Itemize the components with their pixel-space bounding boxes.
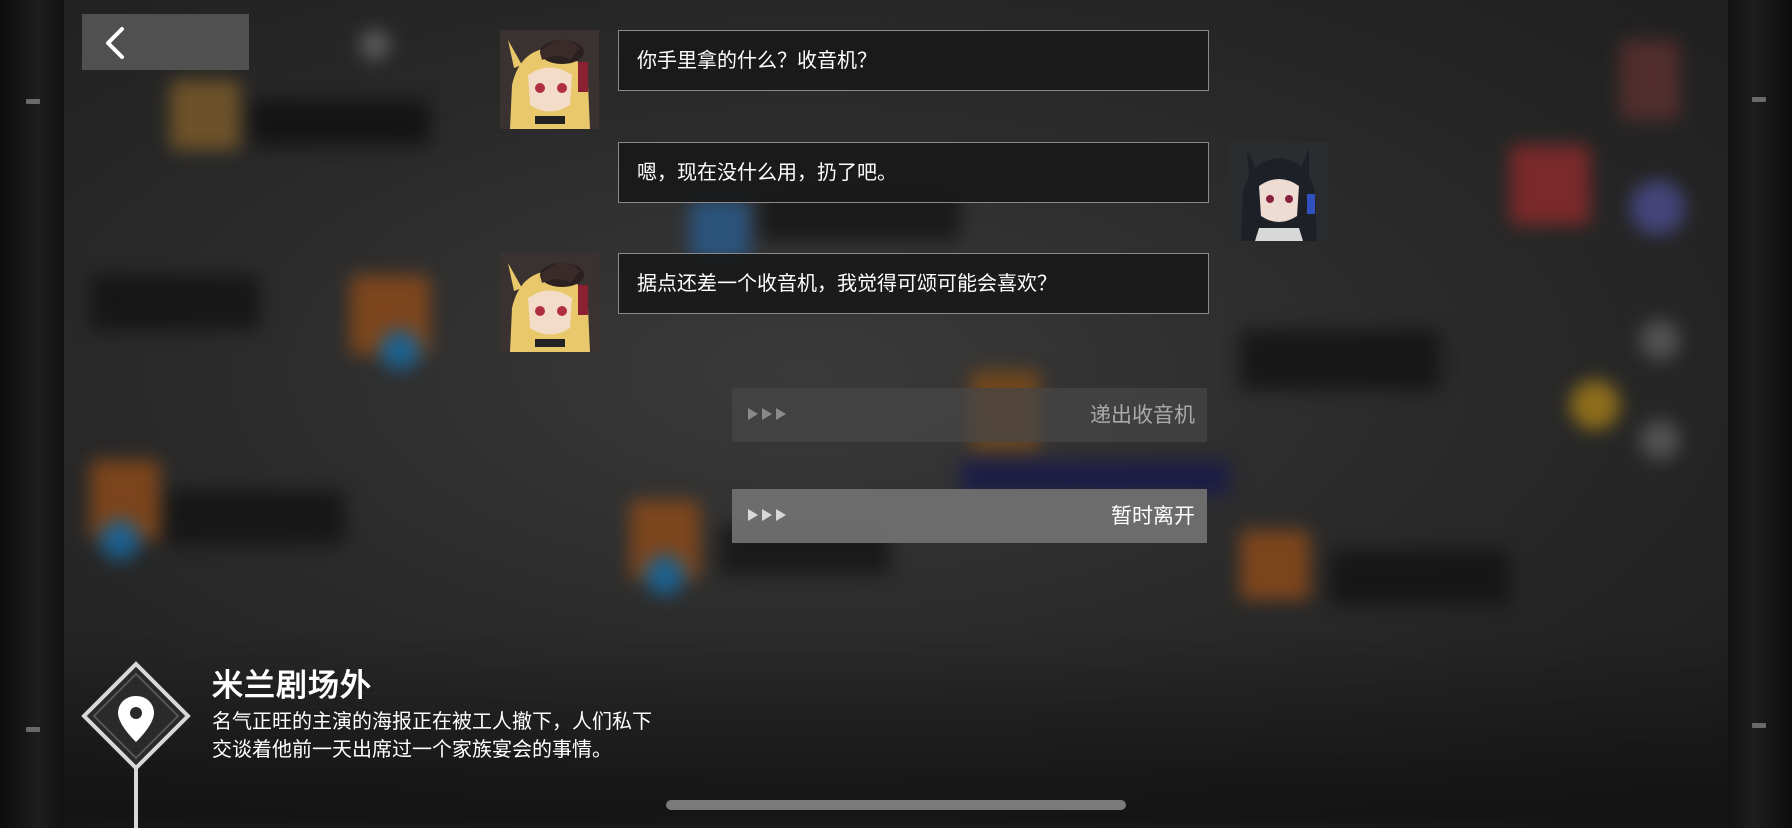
chevron-left-icon bbox=[106, 27, 124, 59]
frame-notch bbox=[26, 99, 40, 104]
choice-button-leave[interactable]: 暂时离开 bbox=[732, 489, 1207, 543]
location-description-line: 名气正旺的主演的海报正在被工人撤下，人们私下 bbox=[212, 709, 652, 733]
dialogue-bubble: 你手里拿的什么？收音机？ bbox=[618, 30, 1209, 91]
dialogue-text: 嗯，现在没什么用，扔了吧。 bbox=[637, 160, 897, 184]
location-description-line: 交谈着他前一天出席过一个家族宴会的事情。 bbox=[212, 737, 612, 761]
frame-notch bbox=[1752, 723, 1766, 728]
right-frame bbox=[1728, 0, 1792, 828]
dialogue-text: 你手里拿的什么？收音机？ bbox=[637, 48, 877, 72]
frame-notch bbox=[1752, 97, 1766, 102]
location-title: 米兰剧场外 bbox=[212, 668, 372, 704]
back-button[interactable] bbox=[82, 14, 249, 70]
map-pin-icon bbox=[81, 661, 191, 828]
choice-label: 暂时离开 bbox=[1111, 504, 1195, 528]
frame-notch bbox=[26, 727, 40, 732]
blonde-operator-portrait-icon bbox=[500, 253, 599, 352]
home-indicator-bar[interactable] bbox=[666, 800, 1126, 810]
left-frame bbox=[0, 0, 64, 828]
dialogue-bubble: 嗯，现在没什么用，扔了吧。 bbox=[618, 142, 1209, 203]
blonde-operator-portrait-icon bbox=[500, 30, 599, 129]
choice-label: 递出收音机 bbox=[1090, 403, 1195, 427]
choice-button-give-radio[interactable]: 递出收音机 bbox=[732, 388, 1207, 442]
dialogue-text: 据点还差一个收音机，我觉得可颂可能会喜欢？ bbox=[637, 271, 1057, 295]
dark-haired-operator-portrait-icon bbox=[1229, 142, 1328, 241]
triple-arrow-icon bbox=[748, 408, 786, 420]
game-screen: 你手里拿的什么？收音机？ 嗯，现在没什么用，扔了吧。 据点还差一个收音机，我觉得… bbox=[0, 0, 1792, 828]
dialogue-bubble: 据点还差一个收音机，我觉得可颂可能会喜欢？ bbox=[618, 253, 1209, 314]
triple-arrow-icon bbox=[748, 509, 786, 521]
